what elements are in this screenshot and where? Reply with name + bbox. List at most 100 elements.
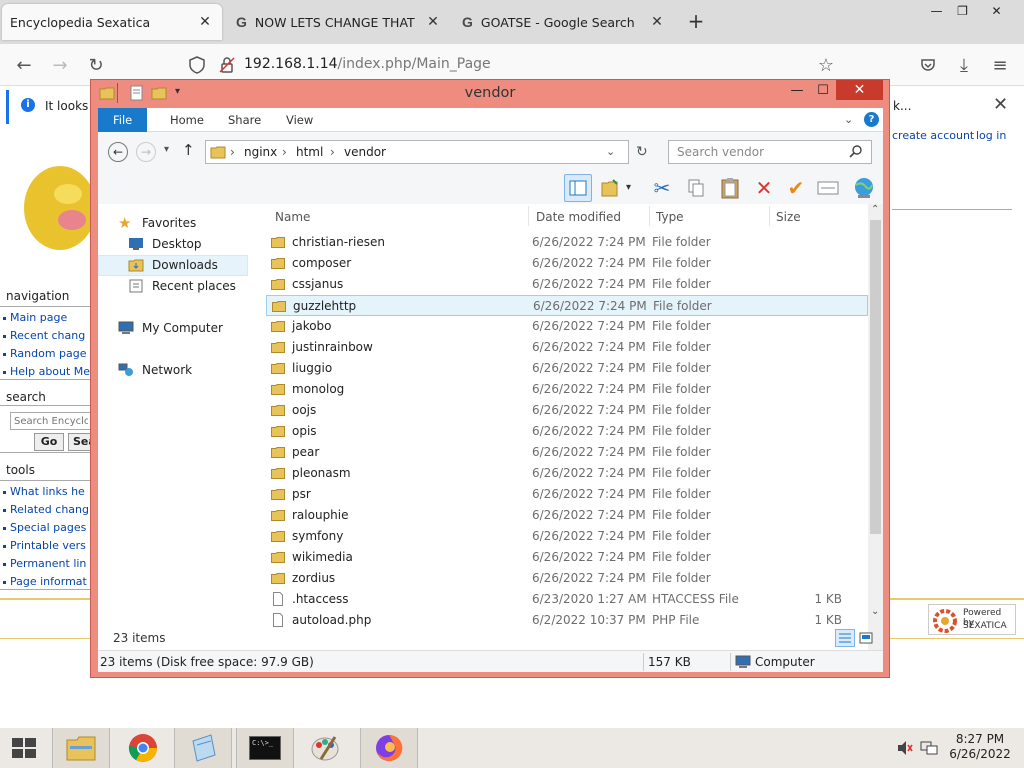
expand-ribbon-icon[interactable]: ⌄ (844, 113, 853, 126)
delete-icon[interactable]: ✕ (750, 174, 778, 202)
forward-icon[interactable]: → (136, 142, 156, 162)
chrome-icon[interactable] (114, 728, 172, 768)
rename-icon[interactable]: ✔ (782, 174, 810, 202)
tab-share[interactable]: Share (216, 108, 273, 132)
breadcrumb-html[interactable]: html (296, 145, 323, 159)
tab-home[interactable]: Home (158, 108, 216, 132)
powered-by-badge[interactable]: Powered by SEXATICA (928, 604, 1016, 635)
close-window-icon[interactable]: ✕ (980, 0, 1013, 22)
nav-link-help[interactable]: Help about Me (0, 363, 91, 381)
copy-icon[interactable] (682, 174, 710, 202)
plus-icon[interactable]: + (684, 10, 708, 34)
tool-link-printable-version[interactable]: Printable vers (0, 537, 91, 555)
cut-icon[interactable]: ✂ (648, 174, 676, 202)
paint-icon[interactable] (296, 728, 354, 768)
nav-link-recent-changes[interactable]: Recent chang (0, 327, 91, 345)
close-notice-icon[interactable]: ✕ (993, 94, 1008, 115)
insecure-lock-icon[interactable] (218, 56, 236, 74)
volume-muted-icon[interactable] (896, 740, 914, 756)
column-type[interactable]: Type (656, 210, 684, 224)
file-row[interactable]: opis 6/26/2022 7:24 PM File folder (266, 421, 868, 442)
file-row[interactable]: symfony 6/26/2022 7:24 PM File folder (266, 526, 868, 547)
folder-options-icon[interactable] (598, 174, 626, 202)
column-separator[interactable] (649, 206, 650, 226)
menu-icon[interactable]: ≡ (986, 51, 1014, 79)
scroll-down-icon[interactable]: ⌄ (871, 606, 879, 617)
file-row[interactable]: wikimedia 6/26/2022 7:24 PM File folder (266, 547, 868, 568)
terminal-icon[interactable]: C:\>_ (236, 728, 294, 768)
file-row[interactable]: pleonasm 6/26/2022 7:24 PM File folder (266, 463, 868, 484)
pocket-icon[interactable] (914, 51, 942, 79)
nav-downloads[interactable]: Downloads (128, 258, 218, 272)
back-icon[interactable]: ← (10, 51, 38, 79)
tool-link-special-pages[interactable]: Special pages (0, 519, 91, 537)
notepad-icon[interactable] (174, 728, 232, 768)
tool-link-related-changes[interactable]: Related chang (0, 501, 91, 519)
up-icon[interactable]: ↑ (182, 141, 195, 159)
large-icons-view-icon[interactable] (859, 631, 873, 645)
file-row[interactable]: jakobo 6/26/2022 7:24 PM File folder (266, 316, 868, 337)
file-row[interactable]: composer 6/26/2022 7:24 PM File folder (266, 253, 868, 274)
address-bar[interactable]: › nginx › html › vendor ⌄ (205, 140, 629, 164)
breadcrumb-nginx[interactable]: nginx (244, 145, 277, 159)
scroll-thumb[interactable] (870, 220, 881, 534)
file-row[interactable]: zordius 6/26/2022 7:24 PM File folder (266, 568, 868, 589)
firefox-icon[interactable] (360, 728, 418, 768)
properties-icon[interactable] (814, 174, 842, 202)
vertical-scrollbar[interactable]: ⌃ ⌄ (868, 204, 883, 650)
recent-locations-icon[interactable]: ▾ (164, 144, 169, 155)
explorer-title-bar[interactable]: ▾ vendor — ☐ ✕ (91, 80, 889, 108)
column-separator[interactable] (528, 206, 529, 226)
nav-favorites[interactable]: ★ Favorites (118, 216, 196, 231)
file-row[interactable]: cssjanus 6/26/2022 7:24 PM File folder (266, 274, 868, 295)
file-row[interactable]: ralouphie 6/26/2022 7:24 PM File folder (266, 505, 868, 526)
maximize-icon[interactable]: ☐ (811, 80, 835, 100)
details-view-icon[interactable] (835, 629, 855, 647)
wiki-logo[interactable] (20, 160, 94, 252)
tool-link-permanent-link[interactable]: Permanent lin (0, 555, 91, 573)
column-size[interactable]: Size (776, 210, 801, 224)
file-row[interactable]: psr 6/26/2022 7:24 PM File folder (266, 484, 868, 505)
tool-link-page-information[interactable]: Page informat (0, 573, 91, 591)
restore-icon[interactable]: ❐ (946, 0, 979, 22)
log-in-link[interactable]: log in (976, 129, 1006, 142)
scroll-up-icon[interactable]: ⌃ (871, 204, 879, 215)
file-row[interactable]: justinrainbow 6/26/2022 7:24 PM File folde… (266, 337, 868, 358)
column-name[interactable]: Name (275, 210, 310, 224)
tab-file[interactable]: File (98, 108, 148, 132)
file-row[interactable]: liuggio 6/26/2022 7:24 PM File folder (266, 358, 868, 379)
column-date-modified[interactable]: Date modified (536, 210, 621, 224)
tab-change-bg[interactable]: G NOW LETS CHANGE THAT BG ✕ (228, 4, 450, 40)
close-tab-icon[interactable]: ✕ (196, 13, 214, 31)
file-row[interactable]: monolog 6/26/2022 7:24 PM File folder (266, 379, 868, 400)
nav-link-main-page[interactable]: Main page (0, 309, 91, 327)
bookmark-star-icon[interactable]: ☆ (812, 51, 840, 79)
file-explorer-icon[interactable] (52, 728, 110, 768)
wiki-search-input[interactable] (10, 412, 92, 430)
search-box[interactable]: Search vendor (668, 140, 872, 164)
tab-view[interactable]: View (274, 108, 325, 132)
file-row[interactable]: oojs 6/26/2022 7:24 PM File folder (266, 400, 868, 421)
back-icon[interactable]: ← (108, 142, 128, 162)
go-button[interactable]: Go (34, 433, 64, 451)
forward-icon[interactable]: → (46, 51, 74, 79)
close-tab-icon[interactable]: ✕ (424, 13, 442, 31)
nav-link-random-page[interactable]: Random page (0, 345, 91, 363)
column-separator[interactable] (769, 206, 770, 226)
help-icon[interactable]: ? (864, 112, 879, 127)
file-row[interactable]: guzzlehttp 6/26/2022 7:24 PM File folder (266, 295, 868, 316)
nav-network[interactable]: Network (118, 363, 192, 377)
system-clock[interactable]: 8:27 PM 6/26/2022 (944, 732, 1016, 762)
paste-icon[interactable] (716, 174, 744, 202)
start-button[interactable] (0, 728, 48, 768)
reload-icon[interactable]: ↻ (82, 51, 110, 79)
close-tab-icon[interactable]: ✕ (648, 13, 666, 31)
chevron-down-icon[interactable]: ⌄ (606, 145, 615, 158)
file-row[interactable]: pear 6/26/2022 7:24 PM File folder (266, 442, 868, 463)
network-status-icon[interactable] (920, 740, 938, 756)
download-icon[interactable]: ⤓ (950, 51, 978, 79)
network-globe-icon[interactable] (850, 174, 878, 202)
breadcrumb-vendor[interactable]: vendor (344, 145, 386, 159)
create-account-link[interactable]: create account (892, 129, 974, 142)
nav-desktop[interactable]: Desktop (128, 237, 202, 251)
